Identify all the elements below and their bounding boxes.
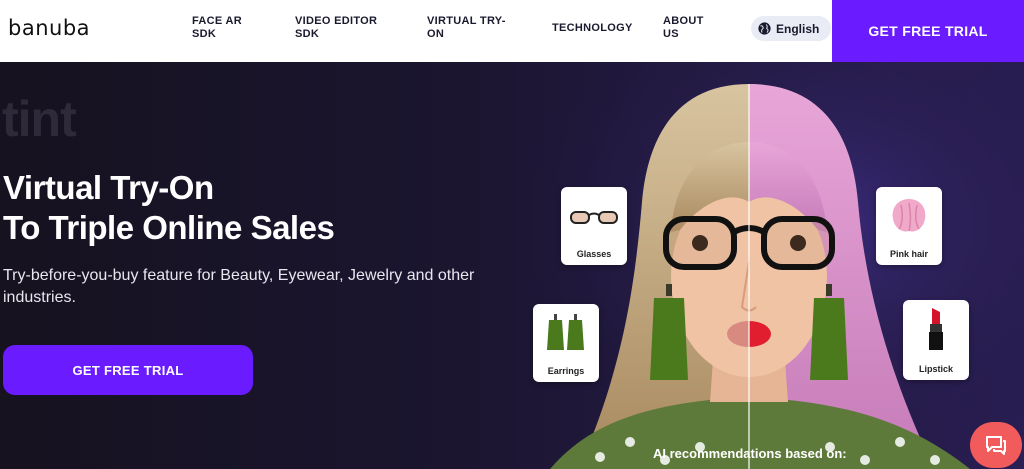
- chat-widget-button[interactable]: [970, 422, 1022, 468]
- nav-label-line2: ON: [427, 28, 445, 40]
- hero-section: tint Virtual Try-On To Triple Online Sal…: [0, 62, 1024, 469]
- product-card-label: Pink hair: [889, 249, 928, 259]
- language-selector[interactable]: English: [751, 16, 831, 41]
- hero-title-line1: Virtual Try-On: [3, 169, 214, 206]
- hero-subtitle: Try-before-you-buy feature for Beauty, E…: [3, 267, 475, 306]
- nav-label-line1: VIRTUAL TRY-: [427, 15, 506, 27]
- product-card-label: Glasses: [576, 249, 612, 259]
- globe-icon: [758, 22, 771, 35]
- ai-recommendations-label: AI recommendations based on:: [653, 446, 847, 461]
- nav-technology[interactable]: TECHNOLOGY: [552, 22, 633, 35]
- hero-title-line2: To Triple Online Sales: [3, 209, 335, 246]
- nav-label-line2: SDK: [295, 28, 320, 40]
- rotating-word: tint: [2, 91, 77, 147]
- chat-icon: [986, 436, 1006, 455]
- product-card-pink-hair[interactable]: Pink hair: [876, 187, 942, 265]
- language-label: English: [776, 21, 820, 36]
- hair-swatch-icon: [892, 199, 926, 232]
- nav-virtual-try-on[interactable]: VIRTUAL TRY- ON: [427, 15, 506, 41]
- nav-label-line2: SDK: [192, 28, 217, 40]
- banuba-logo[interactable]: banuba: [8, 16, 90, 40]
- model-portrait-image: [530, 62, 1024, 469]
- nav-about-us[interactable]: ABOUT US: [663, 15, 704, 41]
- nav-label-line1: FACE AR: [192, 15, 242, 27]
- hero-get-free-trial-button[interactable]: GET FREE TRIAL: [3, 345, 253, 395]
- product-card-glasses[interactable]: Glasses: [561, 187, 627, 265]
- nav-face-ar-sdk[interactable]: FACE AR SDK: [192, 15, 242, 41]
- product-card-label: Earrings: [547, 366, 585, 376]
- site-header: banuba FACE AR SDK VIDEO EDITOR SDK VIRT…: [0, 0, 1024, 62]
- product-card-lipstick[interactable]: Lipstick: [903, 300, 969, 380]
- nav-label-line1: TECHNOLOGY: [552, 22, 633, 34]
- product-card-earrings[interactable]: Earrings: [533, 304, 599, 382]
- earrings-icon: [547, 314, 584, 350]
- nav-label-line1: VIDEO EDITOR: [295, 15, 378, 27]
- header-get-free-trial-button[interactable]: GET FREE TRIAL: [832, 0, 1024, 62]
- hero-title: Virtual Try-On To Triple Online Sales: [3, 168, 483, 248]
- product-card-label: Lipstick: [918, 364, 953, 374]
- glasses-icon: [570, 211, 618, 224]
- nav-label-line1: ABOUT: [663, 15, 704, 27]
- nav-video-editor-sdk[interactable]: VIDEO EDITOR SDK: [295, 15, 377, 41]
- nav-label-line2: US: [663, 28, 679, 40]
- lipstick-icon: [929, 308, 943, 350]
